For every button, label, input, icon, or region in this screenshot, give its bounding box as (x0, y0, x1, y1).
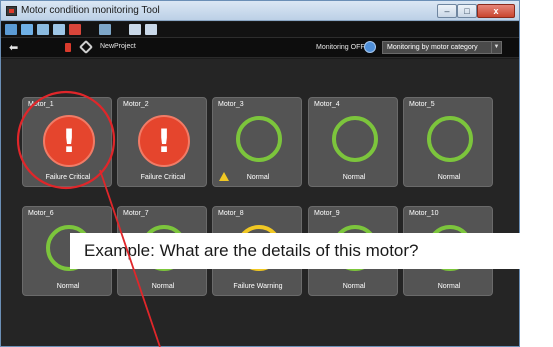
motor-tile[interactable]: Motor_2 ! Failure Critical (117, 97, 207, 187)
normal-status-ring (236, 116, 282, 162)
motor-tile[interactable]: Motor_3 Normal (212, 97, 302, 187)
chevron-down-icon: ▼ (491, 42, 501, 53)
motor-name: Motor_5 (409, 101, 435, 108)
title-bar: Motor condition monitoring Tool – □ x (1, 1, 519, 21)
monitoring-status: Monitoring OFF (316, 44, 365, 51)
annotation-text: Example: What are the details of this mo… (84, 241, 419, 260)
critical-status-icon: ! (138, 115, 190, 167)
exclamation-icon: ! (156, 122, 172, 160)
monitoring-mode-select[interactable]: Monitoring by motor category ▼ (382, 41, 502, 54)
annotation-callout: Example: What are the details of this mo… (70, 233, 553, 269)
motor-tile[interactable]: Motor_4 Normal (308, 97, 398, 187)
open-folder-icon[interactable] (21, 24, 33, 35)
back-arrow-icon[interactable]: ⬅ (9, 41, 18, 54)
info-icon[interactable] (145, 24, 157, 35)
monitoring-toggle-icon[interactable] (364, 41, 376, 53)
screen-capture-icon[interactable] (99, 24, 111, 35)
motor-name: Motor_9 (314, 210, 340, 217)
help-icon[interactable] (129, 24, 141, 35)
app-icon (6, 6, 17, 16)
motor-name: Motor_1 (28, 101, 54, 108)
motor-name: Motor_6 (28, 210, 54, 217)
motor-name: Motor_2 (123, 101, 149, 108)
motor-name: Motor_8 (218, 210, 244, 217)
motor-tile[interactable]: Motor_5 Normal (403, 97, 493, 187)
toolbar (1, 22, 519, 38)
motor-status: Failure Warning (233, 283, 283, 290)
critical-status-icon: ! (43, 115, 95, 167)
save-icon[interactable] (37, 24, 49, 35)
window-title: Motor condition monitoring Tool (21, 5, 160, 16)
delete-icon[interactable] (69, 24, 81, 35)
project-name: NewProject (100, 43, 136, 50)
app-window: Motor condition monitoring Tool – □ x ⬅ … (0, 0, 520, 347)
motor-status: Failure Critical (140, 174, 186, 181)
motor-status: Normal (437, 174, 461, 181)
motor-status: Normal (151, 283, 175, 290)
motor-status: Normal (437, 283, 461, 290)
record-icon[interactable] (65, 43, 71, 52)
maximize-button[interactable]: □ (457, 4, 477, 18)
exclamation-icon: ! (61, 122, 77, 160)
new-file-icon[interactable] (5, 24, 17, 35)
motor-name: Motor_3 (218, 101, 244, 108)
motor-status: Normal (342, 174, 366, 181)
motor-name: Motor_7 (123, 210, 149, 217)
minimize-button[interactable]: – (437, 4, 457, 18)
motor-tile[interactable]: Motor_1 ! Failure Critical (22, 97, 112, 187)
close-button[interactable]: x (477, 4, 515, 18)
normal-status-ring (332, 116, 378, 162)
motor-status: Normal (56, 283, 80, 290)
normal-status-ring (427, 116, 473, 162)
motor-status: Normal (246, 174, 270, 181)
motor-name: Motor_10 (409, 210, 439, 217)
motor-status: Normal (342, 283, 366, 290)
save-as-icon[interactable] (53, 24, 65, 35)
motor-name: Motor_4 (314, 101, 340, 108)
wrench-icon[interactable] (78, 39, 94, 55)
monitoring-mode-value: Monitoring by motor category (387, 44, 478, 51)
motor-status: Failure Critical (45, 174, 91, 181)
